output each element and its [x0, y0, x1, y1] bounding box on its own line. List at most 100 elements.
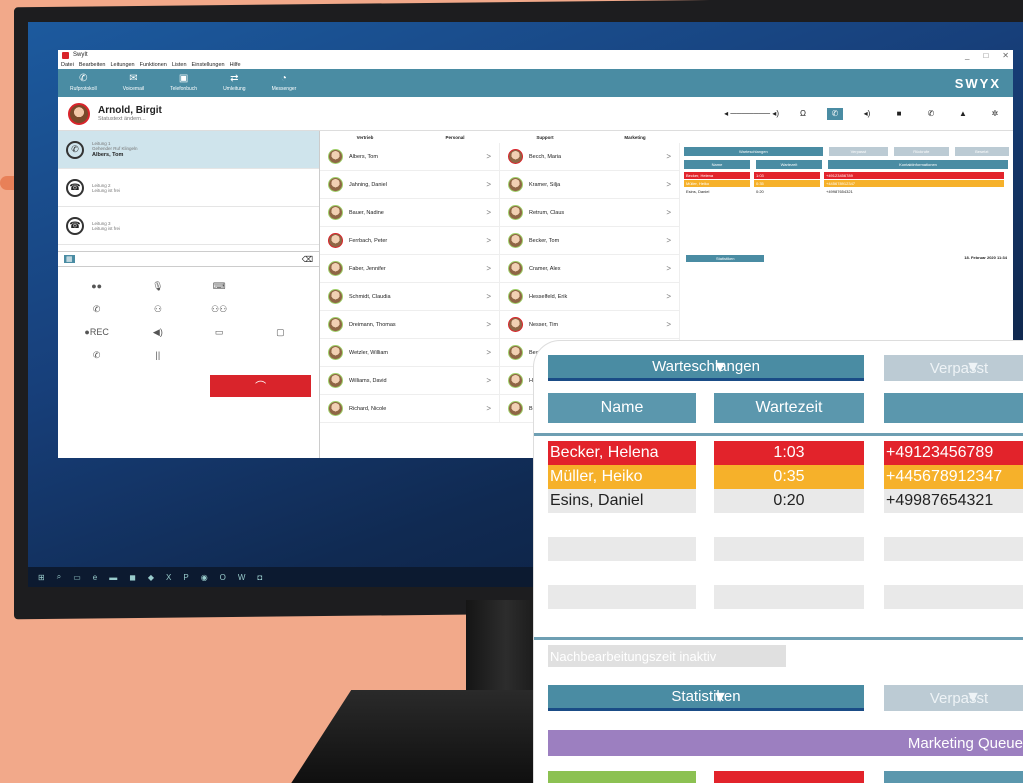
keypad-button[interactable] [189, 350, 250, 361]
contact-item[interactable]: Becker, Tom > [500, 227, 679, 255]
chevron-right-icon[interactable]: > [486, 236, 491, 245]
contact-item[interactable]: Ferrbach, Peter > [320, 227, 499, 255]
keypad-button[interactable]: || [127, 350, 188, 361]
maximize-button[interactable]: □ [983, 51, 988, 60]
chrome-icon[interactable]: ◉ [201, 573, 208, 582]
keypad-button[interactable]: ◀) [127, 327, 188, 338]
keypad-button[interactable]: ▭ [189, 327, 250, 338]
keypad-button[interactable] [250, 281, 311, 292]
avatar[interactable] [68, 102, 90, 125]
chevron-right-icon[interactable]: > [666, 292, 671, 301]
keypad-button[interactable] [250, 350, 311, 361]
contact-item[interactable]: Becch, Maria > [500, 143, 679, 171]
mini-busy-header[interactable]: Besetzt [954, 147, 1009, 156]
chevron-right-icon[interactable]: > [486, 152, 491, 161]
gear-icon[interactable]: ✲ [987, 108, 1003, 120]
table-row[interactable] [534, 561, 1023, 585]
column-header-wait[interactable]: Wartezeit [714, 393, 864, 423]
filter-icon[interactable]: ▼ [898, 359, 1023, 377]
chevron-right-icon[interactable]: > [666, 264, 671, 273]
filter-icon[interactable]: ▼ [562, 689, 878, 707]
keypad-button[interactable]: 🎙 [127, 281, 188, 292]
contact-item[interactable]: Dreimann, Thomas > [320, 311, 499, 339]
taskview-icon[interactable]: ▭ [73, 573, 81, 582]
contact-item[interactable]: Richard, Nicole > [320, 395, 499, 423]
mini-stats-header[interactable]: Statistiken [686, 255, 765, 262]
group-tab[interactable]: Support [500, 135, 590, 140]
keypad-button[interactable]: ▢ [250, 327, 311, 338]
call-log-button[interactable]: ✆ Rufprotokoll [70, 74, 97, 93]
chevron-right-icon[interactable]: > [486, 376, 491, 385]
chevron-right-icon[interactable]: > [666, 236, 671, 245]
dial-input[interactable]: ▦ ⌫ [58, 251, 319, 267]
volume-slider[interactable]: ◂ ─────── ◂) [724, 109, 779, 118]
minimize-button[interactable]: _ [965, 51, 969, 60]
contact-item[interactable]: Bauer, Nadine > [320, 199, 499, 227]
contact-item[interactable]: Kramer, Silja > [500, 171, 679, 199]
menu-lists[interactable]: Listen [172, 62, 187, 68]
line-1[interactable]: ✆ Leitung 1 Gehender Ruf Klingeln Albers, … [58, 131, 319, 169]
table-row[interactable] [534, 585, 1023, 609]
group-tab[interactable]: Vertrieb [320, 135, 410, 140]
group-tab[interactable]: Personal [410, 135, 500, 140]
keypad-button[interactable]: ●● [66, 281, 127, 292]
contact-item[interactable]: Cramer, Alex > [500, 255, 679, 283]
missed-header-2[interactable]: ▼ Verpasst [884, 685, 1023, 711]
swyx-icon[interactable]: ◘ [257, 573, 262, 582]
mini-callback-header[interactable]: Rückrufe [894, 147, 949, 156]
queues-header[interactable]: ▼ Warteschlangen [548, 355, 864, 381]
contact-item[interactable]: Albers, Tom > [320, 143, 499, 171]
voicemail-button[interactable]: ✉ Voicemail [123, 74, 144, 93]
chevron-right-icon[interactable]: > [486, 404, 491, 413]
chevron-right-icon[interactable]: > [666, 320, 671, 329]
chevron-right-icon[interactable]: > [666, 208, 671, 217]
contact-item[interactable]: Retrum, Claus > [500, 199, 679, 227]
hangup-button[interactable]: ⌒ [210, 375, 311, 397]
mini-queue-row[interactable]: Müller, Heiko 0:35 +445678912347 [680, 179, 1013, 187]
menu-edit[interactable]: Bearbeiten [79, 62, 106, 68]
close-button[interactable]: ✕ [1002, 51, 1009, 60]
table-row[interactable]: Becker, Helena 1:03 +49123456789 [534, 441, 1023, 465]
menu-lines[interactable]: Leitungen [110, 62, 134, 68]
contact-item[interactable]: Hesselfeld, Erik > [500, 283, 679, 311]
mini-queue-row[interactable]: Esins, Daniel 0:20 +49987654321 [680, 187, 1013, 195]
filter-icon[interactable]: ▼ [898, 689, 1023, 707]
table-row[interactable]: Müller, Heiko 0:35 +445678912347 [534, 465, 1023, 489]
contact-item[interactable]: Wetzler, William > [320, 339, 499, 367]
chevron-right-icon[interactable]: > [486, 180, 491, 189]
column-header-name[interactable]: Name [548, 393, 696, 423]
keypad-button[interactable]: ⚇⚇ [189, 304, 250, 315]
line-3[interactable]: ☎ Leitung 3 Leitung ist frei [58, 207, 319, 245]
outlook-icon[interactable]: O [220, 573, 226, 582]
group-tab[interactable]: Marketing [590, 135, 680, 140]
keypad-button[interactable]: ●REC [66, 327, 127, 338]
user-status[interactable]: Statustext ändern... [98, 116, 162, 122]
table-row[interactable]: Esins, Daniel 0:20 +49987654321 [534, 489, 1023, 513]
backspace-icon[interactable]: ⌫ [302, 255, 313, 264]
keypad-button[interactable]: ⌨ [189, 281, 250, 292]
keypad-button[interactable]: ✆ [66, 350, 127, 361]
phonebook-button[interactable]: ▣ Telefonbuch [170, 74, 197, 93]
line-2[interactable]: ☎ Leitung 2 Leitung ist frei [58, 169, 319, 207]
chevron-right-icon[interactable]: > [486, 264, 491, 273]
statistics-header[interactable]: ▼ Statistiken [548, 685, 864, 711]
mini-queue-header[interactable]: Warteschlangen [684, 147, 823, 156]
windows-icon[interactable]: ⊞ [38, 573, 45, 582]
contact-item[interactable]: Williams, David > [320, 367, 499, 395]
chevron-right-icon[interactable]: > [486, 292, 491, 301]
edge-icon[interactable]: e [93, 573, 97, 582]
speaker-icon[interactable]: ◂) [859, 108, 875, 120]
marketing-queue-bar[interactable]: Marketing Queue [548, 730, 1023, 756]
chevron-right-icon[interactable]: > [486, 320, 491, 329]
menu-settings[interactable]: Einstellungen [192, 62, 225, 68]
chevron-right-icon[interactable]: > [486, 208, 491, 217]
powerpoint-icon[interactable]: P [183, 573, 188, 582]
contact-item[interactable]: Nesser, Tim > [500, 311, 679, 339]
handset-icon[interactable]: ✆ [827, 107, 843, 120]
missed-header[interactable]: ▼ Verpasst [884, 355, 1023, 381]
messenger-button[interactable]: ◔ Messenger [272, 74, 297, 93]
chevron-right-icon[interactable]: > [666, 152, 671, 161]
lock-icon[interactable]: ▲ [955, 108, 971, 120]
contact-item[interactable]: Faber, Jennifer > [320, 255, 499, 283]
redirect-button[interactable]: ⇄ Umleitung [223, 74, 246, 93]
